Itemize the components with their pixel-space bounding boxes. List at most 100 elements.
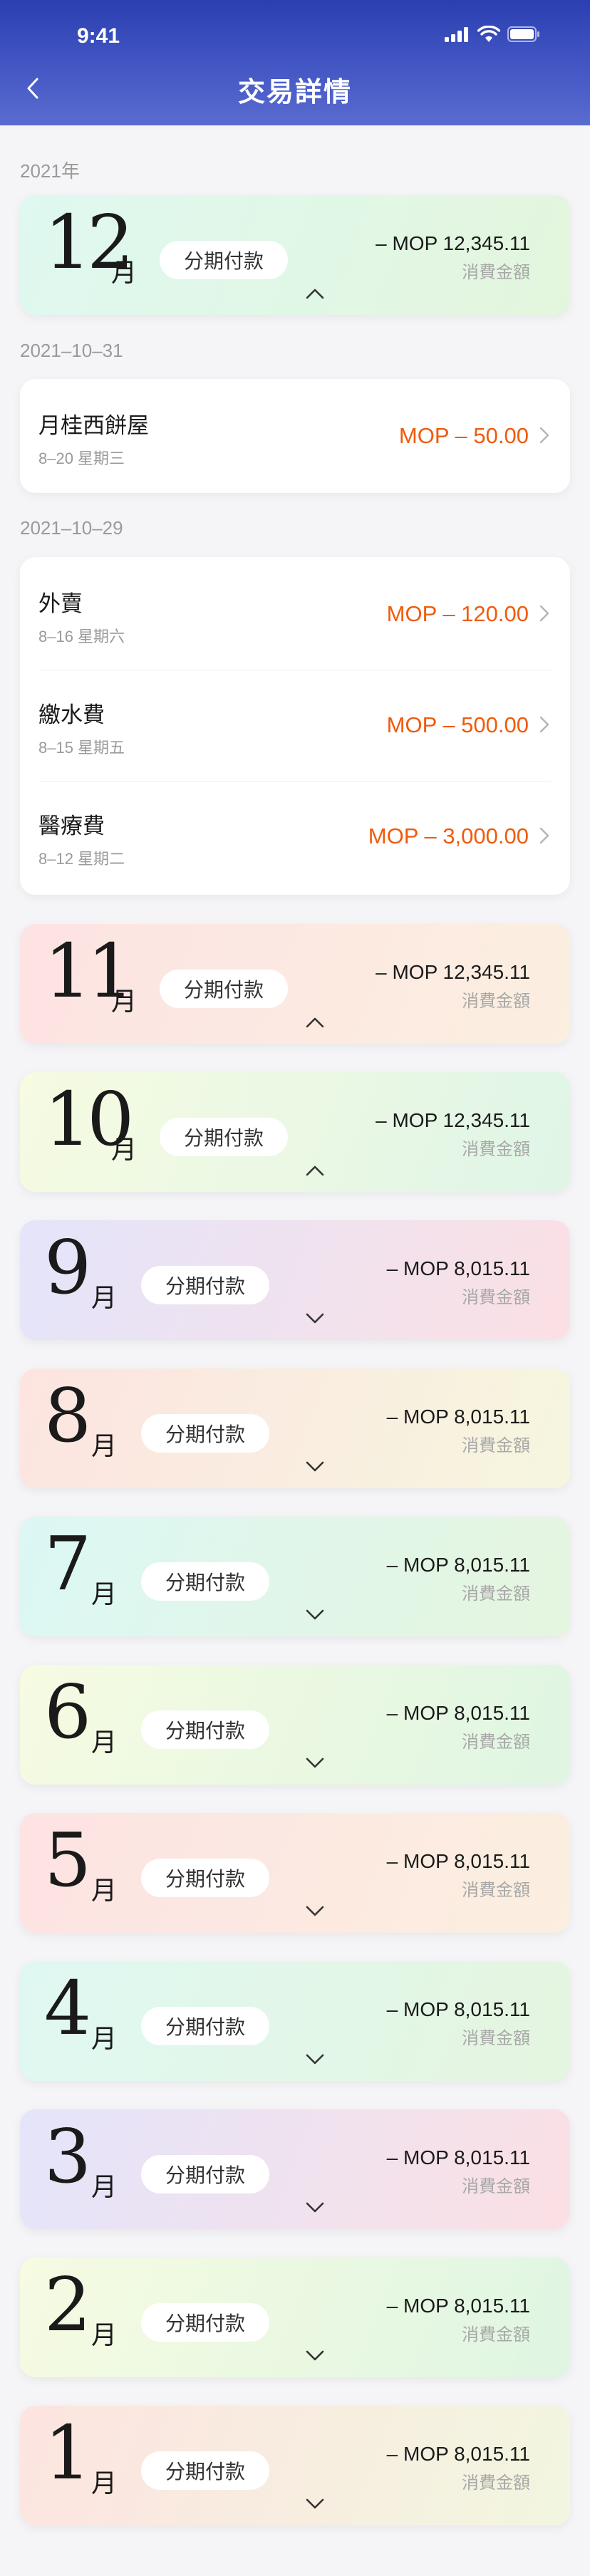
transaction-name: 外賣 — [38, 591, 83, 616]
month-card[interactable]: 8 月分期付款 – MOP 8,015.11 消費金額 — [20, 1368, 570, 1488]
month-unit: 月 — [111, 1135, 138, 1164]
month-card[interactable]: 1 月分期付款 – MOP 8,015.11 消費金額 — [20, 2406, 570, 2525]
chevron-down-icon[interactable] — [305, 2497, 325, 2511]
chevron-down-icon[interactable] — [305, 1312, 325, 1326]
installment-button[interactable]: 分期付款 — [141, 1562, 270, 1601]
month-amount: – MOP 8,015.11 — [386, 2295, 530, 2317]
transaction-row[interactable]: 繳水費 8–15 星期五 MOP – 500.00 — [20, 668, 570, 779]
month-number: 5 — [44, 1817, 91, 1904]
date-label-2: 2021–10–29 — [20, 517, 123, 539]
chevron-down-icon[interactable] — [305, 2052, 325, 2067]
installment-button[interactable]: 分期付款 — [141, 2303, 270, 2342]
year-label: 2021年 — [20, 160, 80, 182]
transaction-amount: MOP – 3,000.00 — [368, 824, 529, 848]
installment-button[interactable]: 分期付款 — [141, 2451, 270, 2490]
month-amount: – MOP 8,015.11 — [386, 1554, 530, 1576]
installment-button[interactable]: 分期付款 — [141, 1859, 270, 1897]
month-number: 4 — [44, 1965, 91, 2052]
month-unit: 月 — [91, 1579, 118, 1609]
month-unit: 月 — [91, 1876, 118, 1905]
installment-button[interactable]: 分期付款 — [160, 1118, 289, 1156]
chevron-down-icon[interactable] — [305, 2349, 325, 2363]
month-card[interactable]: 9 月分期付款 – MOP 8,015.11 消費金額 — [20, 1220, 570, 1340]
month-number: 7 — [44, 1520, 91, 1607]
month-amount: – MOP 8,015.11 — [386, 1257, 530, 1279]
transaction-amount: MOP – 500.00 — [386, 712, 529, 737]
installment-button[interactable]: 分期付款 — [141, 1710, 270, 1749]
top-bar: 9:41 交易詳情 — [0, 0, 590, 125]
month-number: 9 — [44, 1224, 91, 1311]
amount-label: 消費金額 — [462, 1436, 530, 1455]
installment-button[interactable]: 分期付款 — [160, 241, 289, 279]
chevron-right-icon — [539, 427, 549, 444]
month-number: 8 — [44, 1372, 91, 1459]
month-amount: – MOP 8,015.11 — [386, 1702, 530, 1724]
chevron-up-icon[interactable] — [305, 1163, 325, 1178]
month-amount: – MOP 8,015.11 — [386, 2146, 530, 2169]
month-card[interactable]: 12 月分期付款 – MOP 12,345.11 消費金額 — [20, 195, 570, 315]
installment-button[interactable]: 分期付款 — [141, 2155, 270, 2193]
chevron-down-icon[interactable] — [305, 2201, 325, 2215]
installment-button[interactable]: 分期付款 — [141, 1414, 270, 1453]
month-card[interactable]: 7 月分期付款 – MOP 8,015.11 消費金額 — [20, 1517, 570, 1636]
amount-label: 消費金額 — [462, 1584, 530, 1604]
battery-icon — [507, 26, 539, 42]
month-unit: 月 — [91, 1728, 118, 1757]
month-card[interactable]: 2 月分期付款 – MOP 8,015.11 消費金額 — [20, 2258, 570, 2377]
date-label-1: 2021–10–31 — [20, 340, 123, 361]
amount-label: 消費金額 — [462, 1288, 530, 1307]
status-time: 9:41 — [77, 24, 120, 48]
month-unit: 月 — [91, 2172, 118, 2201]
installment-button[interactable]: 分期付款 — [160, 970, 289, 1008]
chevron-right-icon — [539, 605, 549, 622]
month-number: 6 — [44, 1668, 91, 1755]
installment-button[interactable]: 分期付款 — [141, 2007, 270, 2045]
transaction-row[interactable]: 醫療費 8–12 星期二 MOP – 3,000.00 — [20, 779, 570, 890]
chevron-down-icon[interactable] — [305, 1460, 325, 1474]
transaction-name: 醫療費 — [38, 814, 105, 838]
transaction-row[interactable]: 外賣 8–16 星期六 MOP – 120.00 — [20, 557, 570, 668]
month-unit: 月 — [91, 2024, 118, 2053]
month-unit: 月 — [91, 2468, 118, 2498]
transaction-date: 8–16 星期六 — [38, 628, 125, 645]
month-unit: 月 — [91, 1431, 118, 1460]
month-amount: – MOP 8,015.11 — [386, 1998, 530, 2020]
transaction-date: 8–15 星期五 — [38, 739, 125, 757]
month-amount: – MOP 12,345.11 — [376, 1109, 530, 1131]
chevron-down-icon[interactable] — [305, 1904, 325, 1918]
month-amount: – MOP 8,015.11 — [386, 1406, 530, 1428]
month-unit: 月 — [111, 987, 138, 1016]
chevron-up-icon[interactable] — [305, 1015, 325, 1029]
month-card[interactable]: 6 月分期付款 – MOP 8,015.11 消費金額 — [20, 1665, 570, 1785]
month-card[interactable]: 3 月分期付款 – MOP 8,015.11 消費金額 — [20, 2109, 570, 2229]
amount-label: 消費金額 — [462, 1881, 530, 1900]
month-amount: – MOP 12,345.11 — [376, 961, 530, 983]
amount-label: 消費金額 — [462, 263, 530, 282]
month-card[interactable]: 11 月分期付款 – MOP 12,345.11 消費金額 — [20, 924, 570, 1044]
month-unit: 月 — [91, 2320, 118, 2349]
chevron-right-icon — [539, 716, 549, 733]
transaction-date: 8–12 星期二 — [38, 850, 125, 868]
transaction-group-1: 月桂西餅屋 8–20 星期三 MOP – 50.00 — [20, 379, 570, 493]
chevron-down-icon[interactable] — [305, 1608, 325, 1622]
amount-label: 消費金額 — [462, 2177, 530, 2196]
month-amount: – MOP 8,015.11 — [386, 2443, 530, 2465]
month-card[interactable]: 5 月分期付款 – MOP 8,015.11 消費金額 — [20, 1813, 570, 1933]
transaction-name: 月桂西餅屋 — [38, 413, 149, 438]
month-card[interactable]: 4 月分期付款 – MOP 8,015.11 消費金額 — [20, 1961, 570, 2081]
installment-button[interactable]: 分期付款 — [141, 1266, 270, 1304]
month-number: 3 — [44, 2113, 91, 2200]
chevron-down-icon[interactable] — [305, 1756, 325, 1770]
month-number: 2 — [44, 2261, 91, 2348]
transaction-row[interactable]: 月桂西餅屋 8–20 星期三 MOP – 50.00 — [20, 379, 570, 490]
wifi-icon — [477, 26, 500, 42]
transaction-group-2: 外賣 8–16 星期六 MOP – 120.00 繳水費 8–15 星期五 MO… — [20, 557, 570, 895]
amount-label: 消費金額 — [462, 2325, 530, 2344]
transaction-amount: MOP – 50.00 — [398, 423, 529, 448]
page-title: 交易詳情 — [237, 78, 352, 108]
signal-icon — [445, 27, 468, 42]
chevron-up-icon[interactable] — [305, 286, 325, 301]
amount-label: 消費金額 — [462, 2473, 530, 2493]
month-card[interactable]: 10 月分期付款 – MOP 12,345.11 消費金額 — [20, 1072, 570, 1192]
transaction-amount: MOP – 120.00 — [386, 601, 529, 626]
